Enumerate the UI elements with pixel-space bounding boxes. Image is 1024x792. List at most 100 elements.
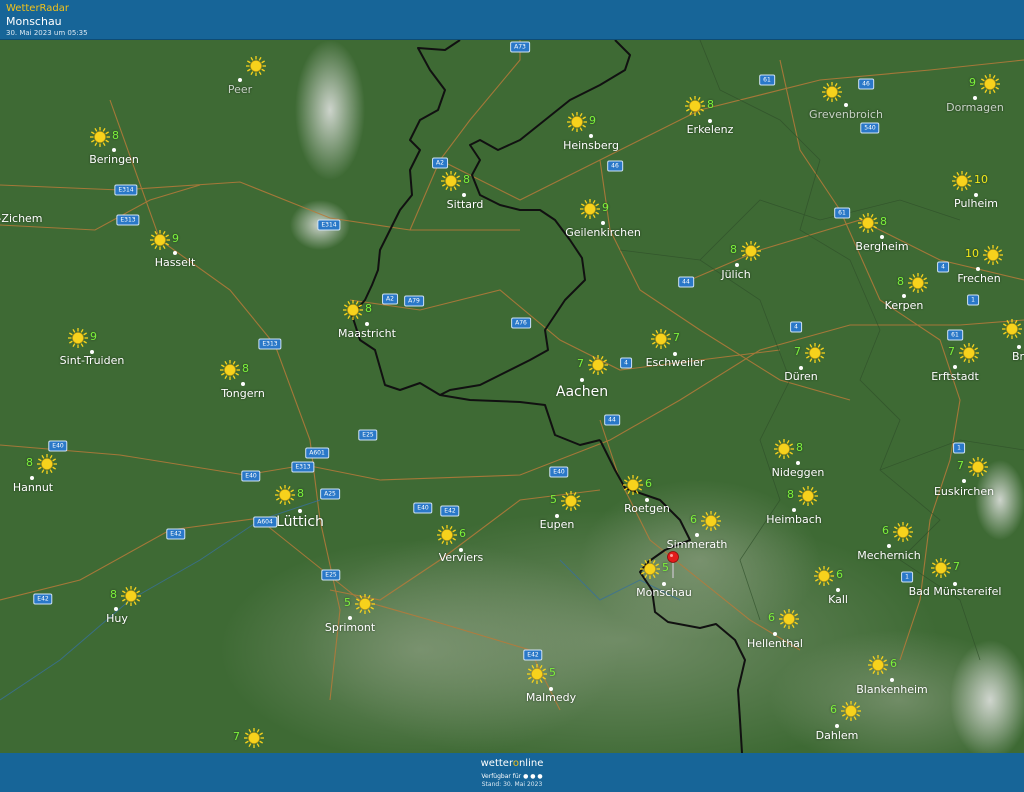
sun-icon [342, 299, 364, 321]
city-label[interactable]: Monschau [636, 586, 692, 599]
city-label[interactable]: Simmerath [667, 538, 728, 551]
city-label[interactable]: Frechen [957, 272, 1000, 285]
road-shield: E40 [48, 440, 68, 452]
city-dot [695, 533, 699, 537]
road-shield: A2 [382, 293, 398, 305]
road-shield: E313 [258, 338, 282, 350]
sun-icon [650, 328, 672, 350]
city-label[interactable]: Sint-Truiden [60, 354, 125, 367]
temperature-label: 7 [948, 345, 955, 358]
city-label[interactable]: Grevenbroich [809, 108, 883, 121]
city-label[interactable]: -Zichem [0, 212, 43, 225]
city-label[interactable]: Hannut [13, 481, 53, 494]
city-label[interactable]: Düren [784, 370, 817, 383]
city-label[interactable]: Dahlem [816, 729, 859, 742]
sun-icon [440, 170, 462, 192]
city-label[interactable]: Peer [228, 83, 252, 96]
temperature-label: 7 [673, 331, 680, 344]
road-shield: 61 [947, 329, 963, 341]
sun-icon [907, 272, 929, 294]
app-name: WetterRadar [6, 3, 70, 14]
brand-logo[interactable]: wetteronline [0, 758, 1024, 770]
city-label[interactable]: Sittard [447, 198, 484, 211]
city-dot [835, 724, 839, 728]
city-label[interactable]: Eschweiler [646, 356, 705, 369]
temperature-label: 8 [707, 98, 714, 111]
city-label[interactable]: Hellenthal [747, 637, 803, 650]
road-shield: A79 [404, 295, 424, 307]
city-label[interactable]: Maastricht [338, 327, 396, 340]
city-label[interactable]: Huy [106, 612, 128, 625]
city-label[interactable]: Malmedy [526, 691, 576, 704]
road-shield: A604 [253, 516, 277, 528]
city-label[interactable]: Aachen [556, 384, 608, 400]
city-label[interactable]: Sprimont [325, 621, 375, 634]
sun-icon [89, 126, 111, 148]
road-shield: E25 [321, 569, 341, 581]
city-label[interactable]: Euskirchen [934, 485, 994, 498]
city-dot [890, 678, 894, 682]
city-label[interactable]: Mechernich [857, 549, 920, 562]
sun-icon [149, 229, 171, 251]
road-shield: E313 [116, 214, 140, 226]
location-pin-icon[interactable] [666, 551, 680, 579]
sun-icon [436, 524, 458, 546]
city-label[interactable]: Kerpen [885, 299, 924, 312]
city-label[interactable]: Geilenkirchen [565, 226, 641, 239]
city-dot [298, 509, 302, 513]
city-dot [241, 382, 245, 386]
city-label[interactable]: Eupen [540, 518, 575, 531]
city-label[interactable]: Nideggen [772, 466, 825, 479]
city-label[interactable]: Verviers [439, 551, 484, 564]
temperature-label: 9 [90, 330, 97, 343]
city-label[interactable]: Beringen [89, 153, 139, 166]
road-shield: 44 [604, 414, 620, 426]
city-dot [348, 616, 352, 620]
city-label[interactable]: Pulheim [954, 197, 998, 210]
temperature-label: 9 [602, 201, 609, 214]
platform-icons: ● ● ● [523, 773, 543, 780]
city-label[interactable]: Heinsberg [563, 139, 619, 152]
road-shield: E313 [291, 461, 315, 473]
city-label[interactable]: Hasselt [155, 256, 196, 269]
city-label[interactable]: Bergheim [855, 240, 908, 253]
sun-icon [821, 81, 843, 103]
city-dot [735, 263, 739, 267]
road-shield: A601 [305, 447, 329, 459]
temperature-label: 8 [110, 588, 117, 601]
sun-icon [857, 212, 879, 234]
temperature-label: 6 [459, 527, 466, 540]
city-label[interactable]: Heimbach [766, 513, 822, 526]
road-shield: E40 [549, 466, 569, 478]
city-label[interactable]: Erkelenz [687, 123, 734, 136]
sun-icon [219, 359, 241, 381]
temperature-label: 5 [550, 493, 557, 506]
city-label[interactable]: Dormagen [946, 101, 1004, 114]
city-label[interactable]: Tongern [221, 387, 265, 400]
road-shield: A76 [511, 317, 531, 329]
city-label[interactable]: Lüttich [276, 514, 324, 530]
temperature-label: 8 [787, 488, 794, 501]
city-dot [796, 461, 800, 465]
city-label[interactable]: Bad Münstereifel [909, 585, 1002, 598]
brand-suffix: nline [518, 758, 544, 769]
sun-icon [982, 244, 1004, 266]
temperature-label: 10 [974, 173, 988, 186]
temperature-label: 8 [730, 243, 737, 256]
temperature-label: 9 [172, 232, 179, 245]
location-title: Monschau [6, 15, 62, 28]
city-label[interactable]: Blankenheim [856, 683, 928, 696]
temperature-label: 5 [344, 596, 351, 609]
city-label[interactable]: Jülich [721, 268, 750, 281]
sun-icon [639, 558, 661, 580]
city-label[interactable]: Roetgen [624, 502, 670, 515]
city-label[interactable]: Br [1012, 350, 1024, 363]
city-label[interactable]: Erftstadt [931, 370, 979, 383]
weather-map[interactable]: Peer 8 Beringen -Zichem 9 Hasselt 9 Sint-Truide… [0, 40, 1024, 753]
city-dot [973, 96, 977, 100]
city-label[interactable]: Kall [828, 593, 848, 606]
temperature-label: 7 [233, 730, 240, 743]
sun-icon [967, 456, 989, 478]
app-header: WetterRadar Monschau 30. Mai 2023 um 05:… [0, 0, 1024, 40]
stand-date: Stand: 30. Mai 2023 [481, 781, 543, 788]
